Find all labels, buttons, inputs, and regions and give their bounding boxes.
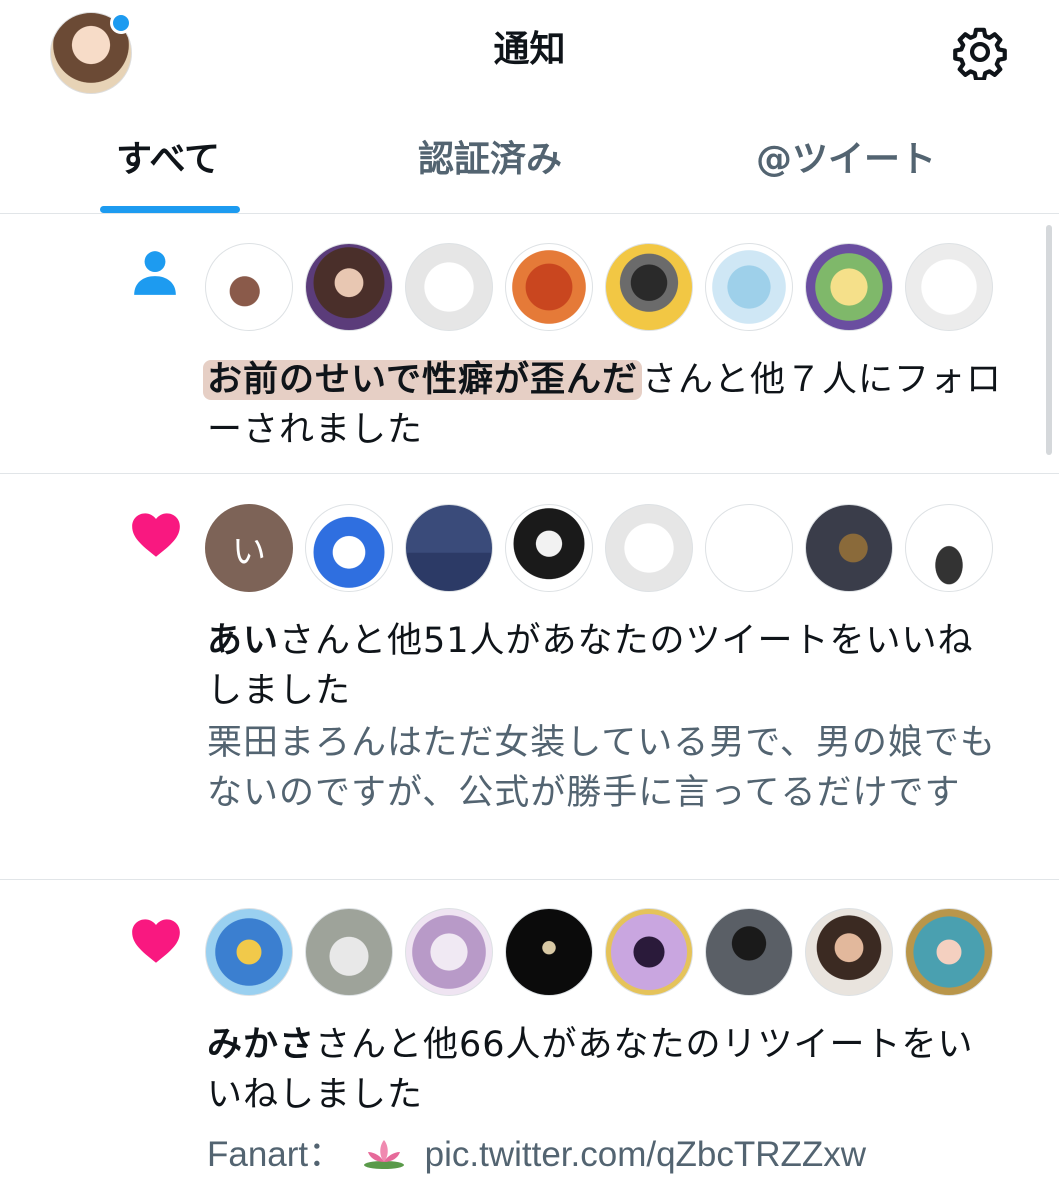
avatar[interactable] <box>605 504 693 592</box>
avatar[interactable] <box>905 243 993 331</box>
tweet-preview[interactable]: 栗田まろんはただ女装している男で、男の娘でもないのですが、公式が勝手に言ってるだ… <box>207 718 1007 818</box>
avatar[interactable] <box>405 504 493 592</box>
avatar[interactable] <box>605 243 693 331</box>
header: 通知 <box>0 0 1059 100</box>
avatar[interactable] <box>705 243 793 331</box>
notification-like[interactable]: い あいさんと他51人があなたのツイートをいいねしました 栗田まろんはただ女装し… <box>0 474 1059 880</box>
tweet-preview[interactable]: Fanart： pic.twitter.com/qZbcTRZZxw <box>207 1130 1007 1180</box>
tab-verified[interactable]: 認証済み <box>418 138 562 182</box>
notification-text: お前のせいで性癖が歪んだ さんと他７人にフォローされました <box>203 355 1007 455</box>
notification-like-retweet[interactable]: みかささんと他66人があなたのリツイートをいいねしました Fanart： pic… <box>0 880 1059 1200</box>
notification-follow[interactable]: お前のせいで性癖が歪んだ さんと他７人にフォローされました <box>0 215 1059 474</box>
heart-icon <box>132 919 180 963</box>
avatar[interactable] <box>905 908 993 996</box>
avatar[interactable]: い <box>205 504 293 592</box>
avatar[interactable] <box>705 504 793 592</box>
user-name[interactable]: みかさ <box>207 1025 315 1065</box>
avatar[interactable] <box>505 908 593 996</box>
avatar[interactable] <box>205 243 293 331</box>
avatar[interactable] <box>705 908 793 996</box>
avatar[interactable] <box>905 504 993 592</box>
avatar[interactable] <box>805 908 893 996</box>
avatar[interactable] <box>605 908 693 996</box>
avatar[interactable] <box>805 504 893 592</box>
notification-text: あいさんと他51人があなたのツイートをいいねしました <box>207 621 974 711</box>
avatar[interactable] <box>405 243 493 331</box>
avatar[interactable] <box>505 504 593 592</box>
user-name[interactable]: あい <box>207 621 279 661</box>
tab-mentions[interactable]: @ツイート <box>756 138 936 182</box>
avatar[interactable] <box>505 243 593 331</box>
person-icon <box>134 251 176 295</box>
tweet-link[interactable]: pic.twitter.com/qZbcTRZZxw <box>425 1135 866 1174</box>
user-name[interactable]: お前のせいで性癖が歪んだ <box>207 360 638 400</box>
tab-bar: すべて 認証済み @ツイート <box>0 108 1059 214</box>
avatar[interactable] <box>405 908 493 996</box>
settings-gear-icon[interactable] <box>952 24 1008 80</box>
avatar[interactable] <box>805 243 893 331</box>
page-title: 通知 <box>493 29 566 70</box>
heart-icon <box>132 513 180 557</box>
avatar[interactable] <box>205 908 293 996</box>
tab-all[interactable]: すべて <box>116 138 220 182</box>
avatar[interactable] <box>305 504 393 592</box>
active-tab-indicator <box>100 206 240 213</box>
notification-text: みかささんと他66人があなたのリツイートをいいねしました <box>207 1025 974 1115</box>
avatar[interactable] <box>305 243 393 331</box>
lotus-icon <box>363 1140 404 1169</box>
avatar[interactable] <box>305 908 393 996</box>
